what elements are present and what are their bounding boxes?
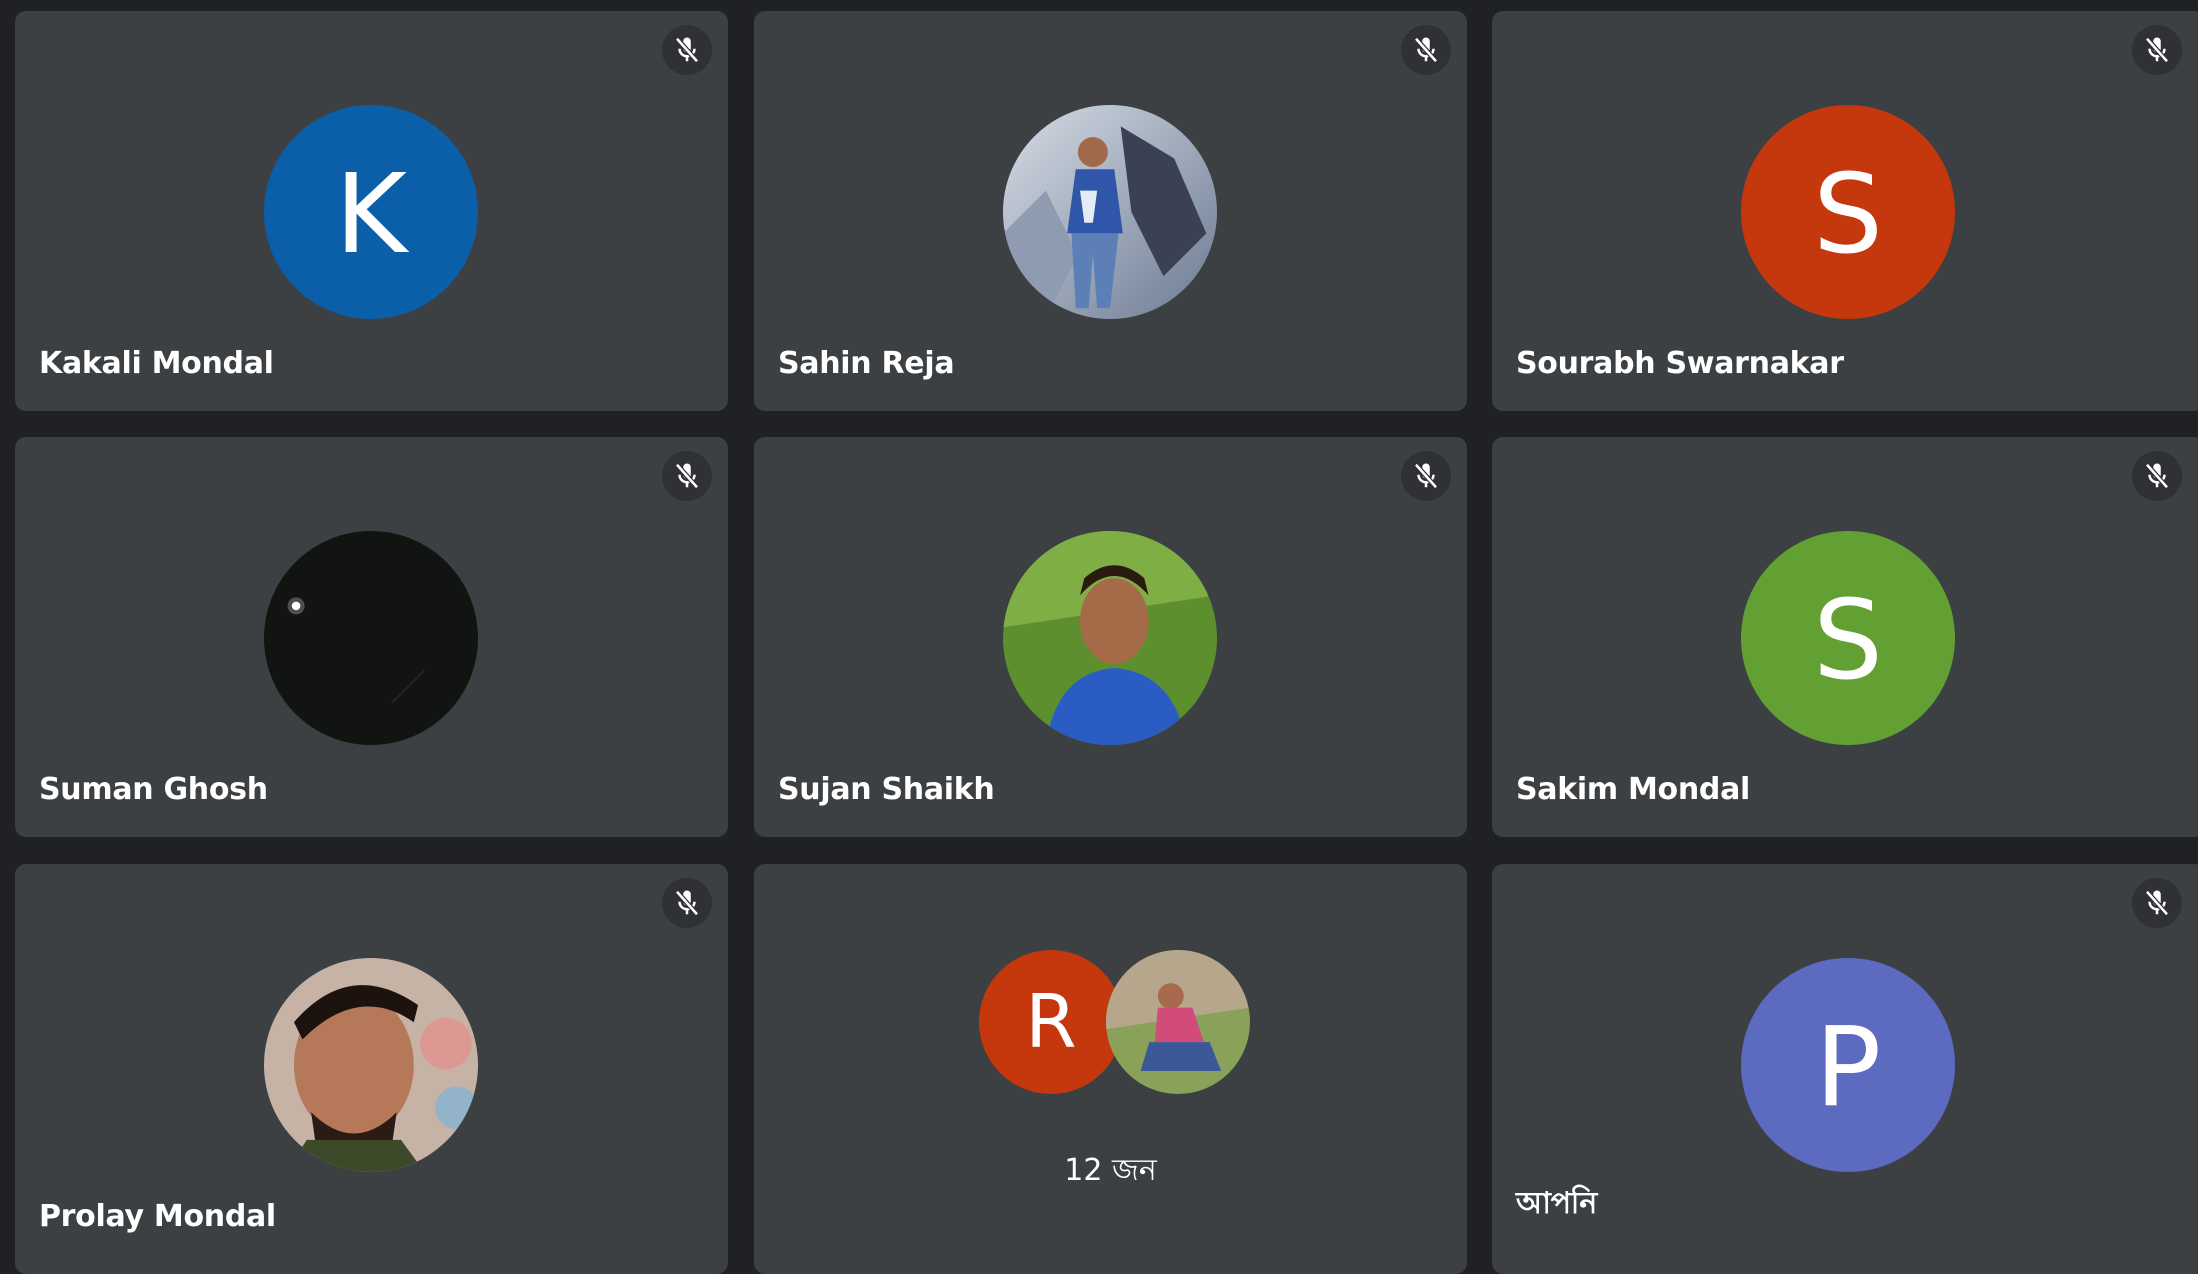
participant-tile-sahin-reja[interactable]: Sahin Reja [754, 11, 1467, 411]
mic-off-icon [662, 25, 712, 75]
participant-name: Prolay Mondal [39, 1199, 276, 1234]
mic-off-icon [662, 878, 712, 928]
mic-off-icon [1401, 451, 1451, 501]
participant-tile-sourabh-swarnakar[interactable]: S Sourabh Swarnakar [1492, 11, 2198, 411]
participant-tile-prolay-mondal[interactable]: Prolay Mondal [15, 864, 728, 1274]
others-tile[interactable]: R 12 জন [754, 864, 1467, 1274]
participant-name: আপনি [1516, 1186, 1597, 1221]
avatar-photo [1003, 531, 1217, 745]
avatar-photo [1003, 105, 1217, 319]
participant-name: Sourabh Swarnakar [1516, 346, 1844, 381]
mic-off-icon [2132, 25, 2182, 75]
participant-name: Sahin Reja [778, 346, 955, 381]
participant-name: Suman Ghosh [39, 772, 268, 807]
participant-tile-sujan-shaikh[interactable]: Sujan Shaikh [754, 437, 1467, 837]
participant-name: Kakali Mondal [39, 346, 274, 381]
avatar-photo [264, 531, 478, 745]
mic-off-icon [2132, 878, 2182, 928]
participant-name: Sujan Shaikh [778, 772, 995, 807]
avatar: R [979, 950, 1123, 1094]
participant-tile-kakali-mondal[interactable]: K Kakali Mondal [15, 11, 728, 411]
participant-tile-sakim-mondal[interactable]: S Sakim Mondal [1492, 437, 2198, 837]
participant-name: Sakim Mondal [1516, 772, 1751, 807]
avatar: S [1741, 531, 1955, 745]
avatar: K [264, 105, 478, 319]
mic-off-icon [1401, 25, 1451, 75]
avatar: S [1741, 105, 1955, 319]
others-count: 12 জন [1064, 1153, 1157, 1188]
avatar: P [1741, 958, 1955, 1172]
mic-off-icon [2132, 451, 2182, 501]
participant-tile-suman-ghosh[interactable]: Suman Ghosh [15, 437, 728, 837]
avatar-photo [264, 958, 478, 1172]
mic-off-icon [662, 451, 712, 501]
participant-tile-self[interactable]: P আপনি [1492, 864, 2198, 1274]
avatar-photo [1106, 950, 1250, 1094]
